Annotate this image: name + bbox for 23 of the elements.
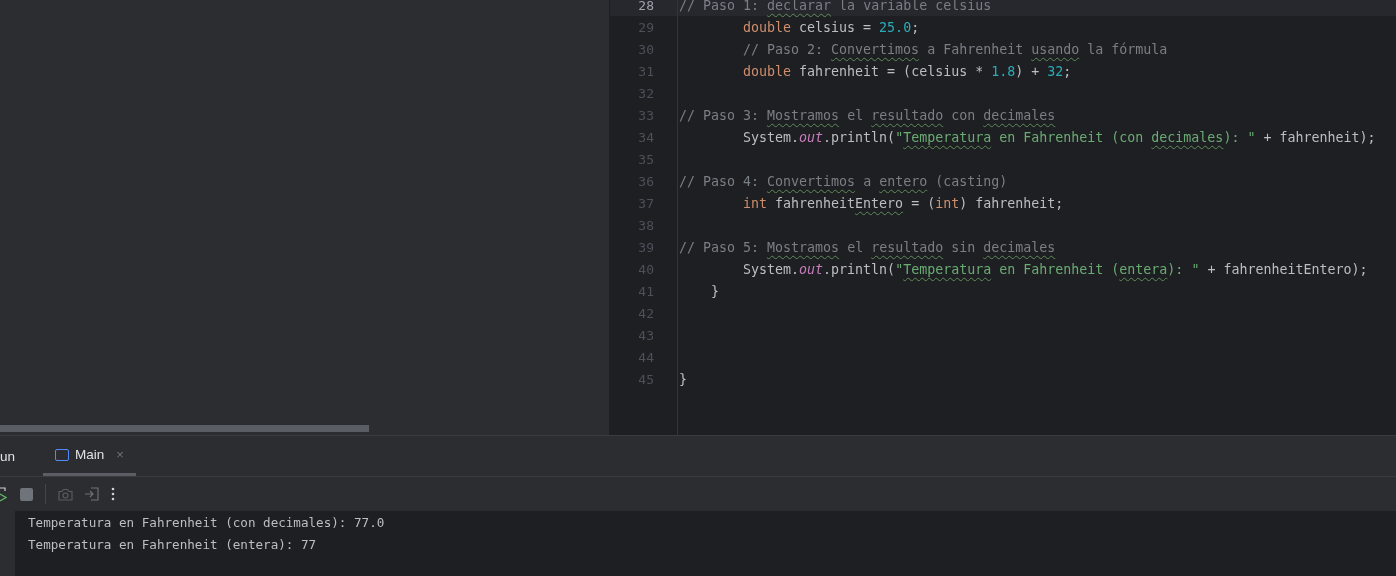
console-output-line: Temperatura en Fahrenheit (entera): 77 [28, 537, 318, 553]
code-line: } [678, 371, 687, 387]
code-line: int fahrenheitEntero = (int) fahrenheit; [742, 195, 1064, 211]
more-icon[interactable] [111, 487, 115, 501]
code-line: // Paso 5: Mostramos el resultado sin decimales [678, 239, 1056, 255]
code-line: // Paso 3: Mostramos el resultado con decimales [678, 107, 1056, 123]
console-output-line: Temperatura en Fahrenheit (con decimales): 77.0 [28, 515, 385, 531]
code-line: // Paso 4: Convertimos a entero (casting) [678, 173, 1008, 189]
code-line: double fahrenheit = (celsius * 1.8) + 32; [742, 63, 1072, 79]
code-line: System.out.println("Temperatura en Fahrenheit (con decimales): " + fahrenheit); [742, 129, 1376, 145]
code-line: } [710, 283, 719, 299]
code-line: double celsius = 25.0; [742, 19, 920, 35]
code-line: System.out.println("Temperatura en Fahrenheit (entera): " + fahrenheitEntero); [742, 261, 1368, 277]
sign-in-icon[interactable] [85, 487, 99, 501]
code-line: // Paso 2: Convertimos a Fahrenheit usando la fórmula [742, 41, 1168, 57]
code-line: // Paso 1: declarar la variable celsius [678, 0, 992, 13]
scrollbar-thumb[interactable] [0, 425, 369, 432]
window-icon [55, 448, 70, 461]
panel-title: un [0, 448, 16, 464]
camera-icon[interactable] [58, 487, 73, 501]
line-number: 28 [637, 0, 655, 13]
rerun-icon[interactable] [0, 485, 8, 503]
stop-icon[interactable] [20, 487, 33, 501]
